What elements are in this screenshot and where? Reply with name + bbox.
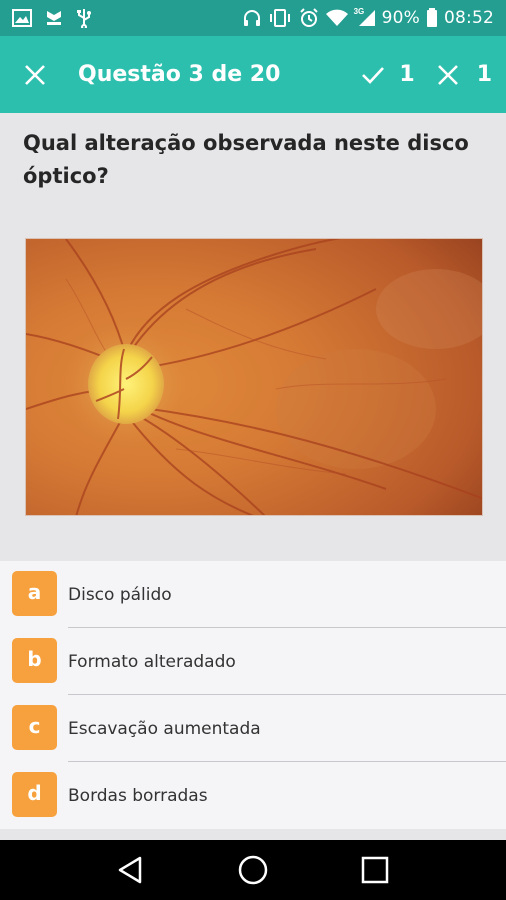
back-button[interactable] (101, 840, 161, 900)
system-nav-bar (0, 840, 506, 900)
headphones-icon (242, 8, 262, 28)
home-button[interactable] (223, 840, 283, 900)
wrong-icon (437, 64, 458, 85)
option-a[interactable]: a Disco pálido (0, 561, 506, 628)
question-counter-title: Questão 3 de 20 (78, 62, 281, 87)
recents-button[interactable] (345, 840, 405, 900)
close-icon (25, 64, 45, 85)
status-bar-right: 3G 90% 08:52 (242, 7, 494, 29)
notification-icon (44, 9, 64, 27)
network-type: 3G (353, 7, 365, 16)
status-bar-left (12, 8, 92, 28)
clock: 08:52 (444, 8, 494, 28)
option-label: Disco pálido (68, 585, 172, 605)
question-area: Qual alteração observada neste disco ópt… (0, 113, 506, 561)
option-letter-badge: a (12, 571, 57, 616)
option-letter-badge: d (12, 772, 57, 817)
battery-icon (426, 8, 438, 28)
battery-percentage: 90% (381, 8, 420, 28)
wrong-score: 1 (437, 36, 492, 113)
check-icon (362, 66, 385, 84)
option-label: Formato alteradado (68, 652, 236, 672)
wrong-count: 1 (476, 62, 492, 87)
back-icon (118, 856, 142, 884)
image-icon (12, 9, 32, 27)
fundus-image (25, 238, 483, 516)
option-d[interactable]: d Bordas borradas (0, 762, 506, 829)
signal-icon: 3G (353, 7, 376, 27)
option-label: Bordas borradas (68, 786, 208, 806)
usb-icon (76, 8, 92, 28)
option-letter-badge: b (12, 638, 57, 683)
recents-icon (361, 856, 389, 884)
option-label: Escavação aumentada (68, 719, 261, 739)
status-bar: 3G 90% 08:52 (0, 0, 506, 36)
option-c[interactable]: c Escavação aumentada (0, 695, 506, 762)
app-bar: Questão 3 de 20 1 1 (0, 36, 506, 113)
close-button[interactable] (0, 36, 70, 113)
home-icon (238, 855, 268, 885)
wifi-icon (325, 9, 348, 27)
correct-count: 1 (399, 62, 415, 87)
correct-score: 1 (361, 36, 415, 113)
option-letter-badge: c (12, 705, 57, 750)
option-b[interactable]: b Formato alteradado (0, 628, 506, 695)
question-text: Qual alteração observada neste disco ópt… (23, 131, 469, 188)
answer-options: a Disco pálido b Formato alteradado c Es… (0, 561, 506, 829)
alarm-icon (298, 7, 320, 29)
vibrate-icon (268, 8, 292, 28)
